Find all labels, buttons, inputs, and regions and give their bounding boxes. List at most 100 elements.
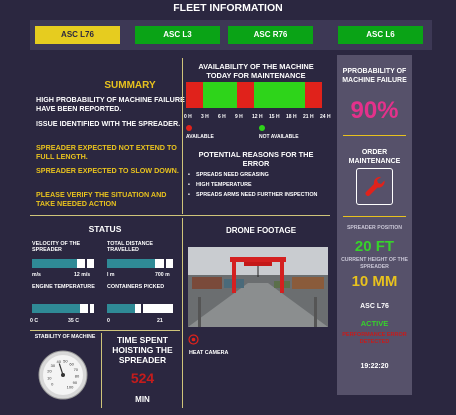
- hour-label: 3 H: [201, 114, 209, 120]
- containers-gauge: [107, 303, 173, 314]
- heat-camera-label: HEAT CAMERA: [189, 350, 229, 356]
- legend-not-available-label: NOT AVAILABLE: [259, 134, 299, 140]
- drone-footage-image: [188, 247, 328, 327]
- temperature-max: 35 C: [68, 318, 79, 324]
- divider: [182, 58, 183, 214]
- hoist-time-value: 524: [130, 370, 155, 386]
- hour-label: 24 H: [320, 114, 331, 120]
- order-maintenance-title: ORDER MAINTENANCE: [348, 149, 401, 165]
- divider: [343, 135, 406, 136]
- velocity-max: 12 m/s: [74, 272, 91, 278]
- dial-tick-label: 60: [69, 362, 74, 367]
- machine-name: ASC L76: [360, 303, 389, 310]
- availability-segment: [271, 82, 288, 108]
- dial-tick-label: 100: [67, 385, 74, 390]
- alert-text: PERFORMANCE ERROR DETECTED: [342, 332, 407, 345]
- wrench-icon: [365, 176, 385, 196]
- reason-item: SPREADS NEED GREASING: [186, 172, 326, 179]
- summary-line: HIGH PROBABILITY OF MACHINE FAILURE HAVE…: [36, 95, 185, 113]
- spreader-height-label: CURRENT HEIGHT OF THE SPREADER: [341, 257, 408, 270]
- divider: [30, 330, 180, 331]
- spreader-position-value: 20 FT: [354, 238, 395, 255]
- spreader-position-label: SPREADER POSITION: [346, 225, 403, 231]
- summary-line: PLEASE VERIFY THE SITUATION AND TAKE NEE…: [36, 190, 167, 208]
- dial-tick-label: 50: [63, 359, 68, 364]
- right-panel: PPROBABILITY OF MACHINE FAILURE 90% ORDE…: [337, 55, 412, 395]
- dial-tick-label: 90: [73, 380, 78, 385]
- reason-item: HIGH TEMPERATURE: [186, 182, 326, 189]
- velocity-label: VELOCITY OF THE SPREADER: [32, 241, 81, 253]
- gauge-marker: [163, 258, 166, 269]
- legend-not-available-dot: [259, 125, 265, 131]
- availability-segment: [237, 82, 254, 108]
- availability-segment: [305, 82, 322, 108]
- gauge-fill: [32, 304, 81, 313]
- summary-line: SPREADER EXPECTED NOT EXTEND TO FULL LEN…: [36, 143, 177, 161]
- dial-tick-label: 40: [56, 359, 61, 364]
- probability-value: 90%: [350, 97, 399, 124]
- hour-label: 0 H: [184, 114, 192, 120]
- drone-footage-title: DRONE FOOTAGE: [225, 226, 297, 235]
- hour-label: 9 H: [235, 114, 243, 120]
- availability-bar: [186, 82, 322, 108]
- machine-tab-bar: ASC L76 ASC L3 ASC R76 ASC L6: [30, 20, 432, 50]
- availability-segment: [254, 82, 271, 108]
- status-title: STATUS: [88, 224, 122, 234]
- tab-asc-r76[interactable]: ASC R76: [228, 26, 313, 44]
- dial-tick-label: 80: [75, 374, 80, 379]
- containers-max: 21: [157, 318, 163, 324]
- legend-available-dot: [186, 125, 192, 131]
- legend-available-label: AVAILABLE: [186, 134, 214, 140]
- gauge-fill: [107, 259, 155, 268]
- hoist-time-unit: MIN: [135, 395, 150, 404]
- divider: [101, 333, 102, 408]
- gauge-fill: [32, 259, 77, 268]
- hour-label: 21 H: [303, 114, 314, 120]
- tab-asc-l6[interactable]: ASC L6: [338, 26, 423, 44]
- page-title: FLEET INFORMATION: [173, 2, 283, 14]
- availability-segment: [220, 82, 237, 108]
- availability-title: AVAILABILITY OF THE MACHINE TODAY FOR MA…: [198, 62, 314, 80]
- distance-label: TOTAL DISTANCE TRAVELLED: [107, 241, 154, 253]
- temperature-min: 0 C: [30, 318, 39, 324]
- gauge-fill: [107, 304, 135, 313]
- probability-title: PPROBABILITY OF MACHINE FAILURE: [342, 68, 407, 84]
- dial-tick-label: 10: [47, 375, 52, 380]
- velocity-min: m/s: [32, 272, 41, 278]
- target-icon[interactable]: [188, 334, 199, 345]
- hour-label: 6 H: [218, 114, 226, 120]
- tab-asc-l3[interactable]: ASC L3: [135, 26, 220, 44]
- gauge-marker: [85, 258, 88, 269]
- gauge-marker: [141, 303, 144, 314]
- distance-max: 700 m: [155, 272, 170, 278]
- availability-segment: [203, 82, 220, 108]
- hoist-time-title: TIME SPENT HOISTING THE SPREADER: [112, 335, 173, 365]
- summary-title: SUMMARY: [104, 80, 156, 91]
- temperature-gauge: [32, 303, 94, 314]
- hour-label: 15 H: [269, 114, 280, 120]
- dial-tick-label: 70: [74, 367, 79, 372]
- spreader-height-value: 10 MM: [351, 273, 398, 290]
- availability-segment: [288, 82, 305, 108]
- summary-line: ISSUE IDENTIFIED WITH THE SPREADER.: [36, 119, 181, 128]
- reason-item: SPREADS ARMS NEED FURTHER INSPECTION: [186, 192, 326, 199]
- temperature-label: ENGINE TEMPERATURE: [32, 284, 95, 290]
- availability-segment: [186, 82, 203, 108]
- clock-time: 19:22:20: [360, 363, 389, 370]
- dial-tick-label: 20: [47, 369, 52, 374]
- hour-axis: 0 H 3 H 6 H 9 H 12 H 15 H 18 H 21 H 24 H: [184, 114, 334, 122]
- dial-tick-label: 30: [51, 363, 56, 368]
- tab-asc-l76[interactable]: ASC L76: [35, 26, 120, 44]
- hour-label: 18 H: [286, 114, 297, 120]
- containers-label: CONTAINERS PICKED: [107, 284, 165, 290]
- divider: [30, 215, 330, 216]
- divider: [182, 218, 183, 408]
- velocity-gauge: [32, 258, 94, 269]
- stability-label: STABILITY OF MACHINE: [34, 334, 96, 340]
- gauge-marker: [87, 303, 90, 314]
- containers-min: 0: [107, 318, 110, 324]
- order-maintenance-button[interactable]: [356, 168, 393, 205]
- hour-label: 12 H: [252, 114, 263, 120]
- distance-gauge: [107, 258, 173, 269]
- summary-line: SPREADER EXPECTED TO SLOW DOWN.: [36, 166, 179, 175]
